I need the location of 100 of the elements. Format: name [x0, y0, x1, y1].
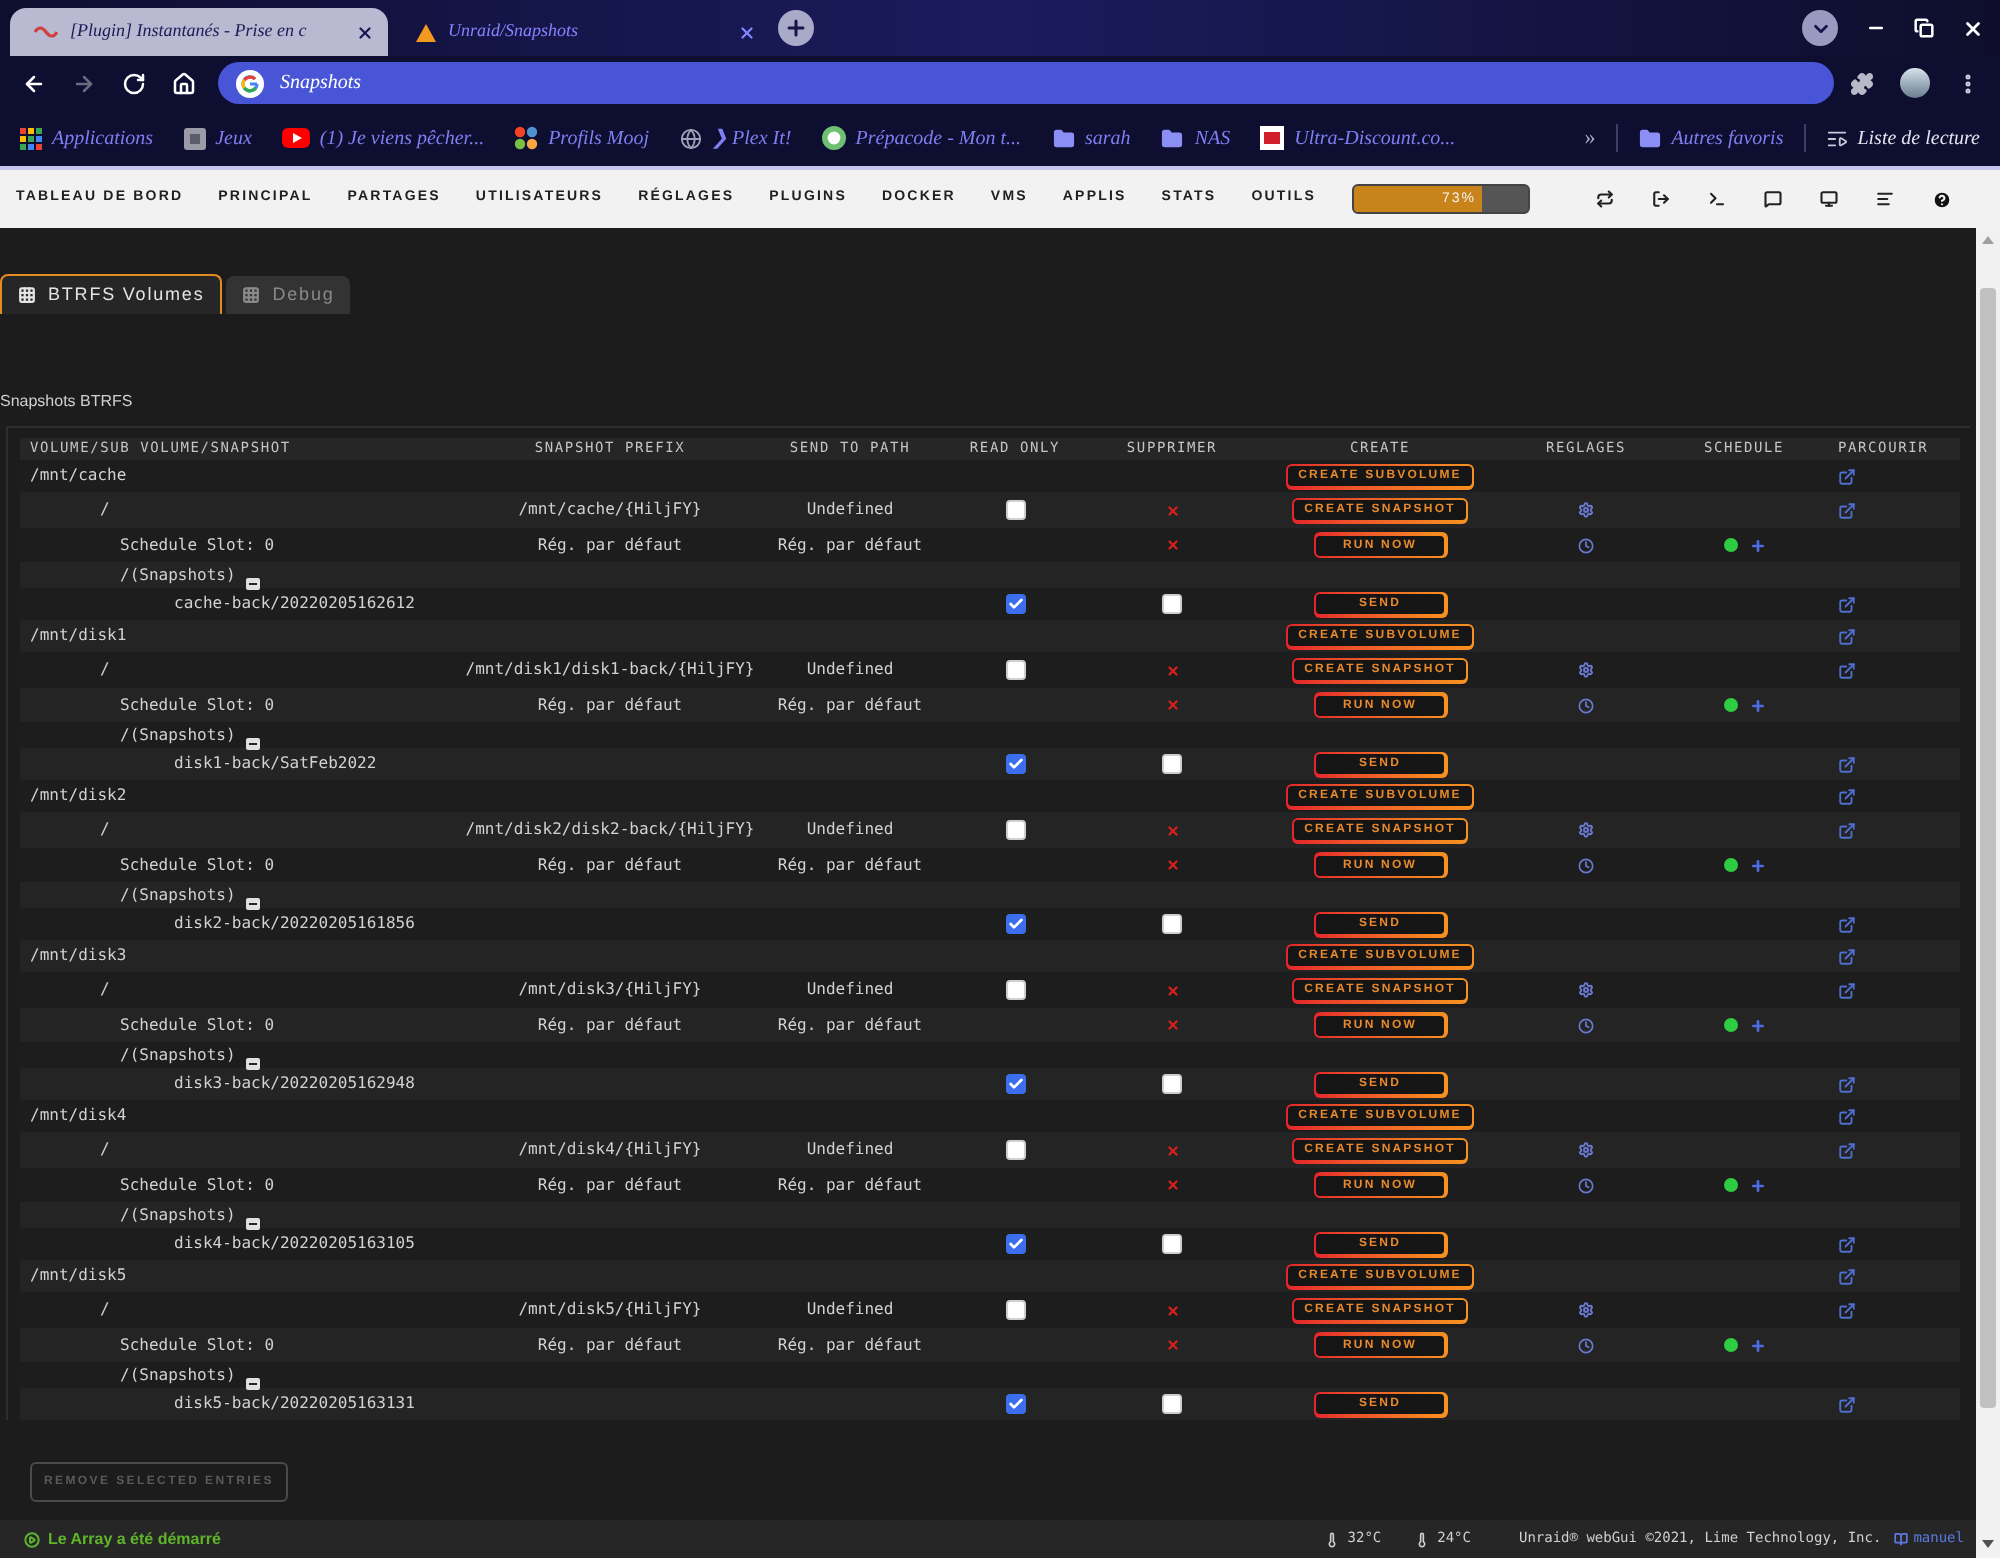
cross-icon[interactable] [1165, 823, 1179, 837]
cross-icon[interactable] [1165, 1178, 1179, 1192]
cross-icon[interactable] [1165, 663, 1179, 677]
list-icon[interactable] [1876, 190, 1894, 208]
checkbox[interactable] [1005, 1394, 1025, 1414]
external-link-icon[interactable] [1838, 661, 1856, 679]
cross-icon[interactable] [1165, 503, 1179, 517]
cross-icon[interactable] [1165, 698, 1179, 712]
bookmark[interactable]: sarah [1051, 123, 1131, 153]
cross-icon[interactable] [1165, 538, 1179, 552]
plus-icon[interactable] [1749, 697, 1765, 713]
tab-search-button[interactable] [1802, 10, 1838, 46]
page-tab[interactable]: Debug [226, 276, 351, 314]
collapse-icon[interactable] [245, 1377, 260, 1389]
cross-icon[interactable] [1165, 1338, 1179, 1352]
external-link-icon[interactable] [1838, 1267, 1856, 1285]
cross-icon[interactable] [1165, 1303, 1179, 1317]
bookmark-folder[interactable]: Autres favoris [1637, 123, 1784, 153]
checkbox[interactable] [1005, 914, 1025, 934]
external-link-icon[interactable] [1838, 595, 1856, 613]
clock-icon[interactable] [1578, 1177, 1594, 1193]
external-link-icon[interactable] [1838, 1235, 1856, 1253]
forward-icon[interactable] [72, 71, 96, 95]
external-link-icon[interactable] [1838, 981, 1856, 999]
avatar-icon[interactable] [1900, 68, 1930, 98]
bookmark[interactable]: ❯ Plex It! [679, 123, 792, 153]
bookmark[interactable]: (1) Je viens pêcher... [281, 123, 485, 153]
clock-icon[interactable] [1578, 857, 1594, 873]
browser-tab[interactable]: Unraid/Snapshots [392, 8, 770, 56]
scroll-down-icon[interactable] [1982, 1540, 1994, 1548]
external-link-icon[interactable] [1838, 947, 1856, 965]
clock-icon[interactable] [1578, 697, 1594, 713]
external-link-icon[interactable] [1838, 755, 1856, 773]
clock-icon[interactable] [1578, 1017, 1594, 1033]
monitor-icon[interactable] [1820, 190, 1838, 208]
plus-icon[interactable] [1749, 1017, 1765, 1033]
cross-icon[interactable] [1165, 1143, 1179, 1157]
close-icon[interactable] [356, 23, 374, 41]
external-link-icon[interactable] [1838, 821, 1856, 839]
bookmark[interactable]: NAS [1160, 123, 1231, 153]
collapse-icon[interactable] [245, 737, 260, 749]
settings-icon[interactable] [1578, 502, 1594, 518]
speech-bubble-icon[interactable] [1764, 190, 1782, 208]
sync-icon[interactable] [1596, 190, 1614, 208]
collapse-icon[interactable] [245, 897, 260, 909]
external-link-icon[interactable] [1838, 627, 1856, 645]
cross-icon[interactable] [1165, 983, 1179, 997]
external-link-icon[interactable] [1838, 501, 1856, 519]
plus-icon[interactable] [1749, 857, 1765, 873]
external-link-icon[interactable] [1838, 915, 1856, 933]
bookmark[interactable]: Ultra-Discount.co... [1260, 123, 1456, 153]
checkbox[interactable] [1005, 1074, 1025, 1094]
collapse-icon[interactable] [245, 1217, 260, 1229]
bookmark[interactable]: Jeux [183, 123, 252, 153]
cross-icon[interactable] [1165, 1018, 1179, 1032]
settings-icon[interactable] [1578, 662, 1594, 678]
checkbox[interactable] [1005, 1234, 1025, 1254]
home-icon[interactable] [172, 71, 196, 95]
external-link-icon[interactable] [1838, 787, 1856, 805]
external-link-icon[interactable] [1838, 1395, 1856, 1413]
external-link-icon[interactable] [1838, 467, 1856, 485]
subvolume-path: / [100, 498, 110, 522]
scroll-up-icon[interactable] [1982, 236, 1994, 244]
settings-icon[interactable] [1578, 982, 1594, 998]
page-tab[interactable]: BTRFS Volumes [0, 274, 223, 314]
plus-icon[interactable] [1749, 1177, 1765, 1193]
external-link-icon[interactable] [1838, 1301, 1856, 1319]
reading-list-button[interactable]: Liste de lecture [1825, 123, 1980, 153]
address-bar[interactable]: Snapshots [218, 62, 1834, 104]
back-icon[interactable] [22, 71, 46, 95]
settings-icon[interactable] [1578, 822, 1594, 838]
settings-icon[interactable] [1578, 1302, 1594, 1318]
checkbox[interactable] [1005, 754, 1025, 774]
external-link-icon[interactable] [1838, 1141, 1856, 1159]
clock-icon[interactable] [1578, 537, 1594, 553]
external-link-icon[interactable] [1838, 1075, 1856, 1093]
logout-icon[interactable] [1652, 190, 1670, 208]
close-icon[interactable] [1962, 17, 1984, 39]
scrollbar[interactable] [1976, 228, 2000, 1558]
checkbox[interactable] [1005, 594, 1025, 614]
plus-icon[interactable] [1749, 537, 1765, 553]
bookmark[interactable]: Profils Mooj [514, 123, 650, 153]
terminal-icon[interactable] [1708, 190, 1726, 208]
settings-icon[interactable] [1578, 1142, 1594, 1158]
clock-icon[interactable] [1578, 1337, 1594, 1353]
restore-icon[interactable] [1914, 18, 1934, 38]
new-tab-button[interactable] [778, 10, 814, 46]
bookmark[interactable]: Applications [20, 123, 154, 153]
plus-icon[interactable] [1749, 1337, 1765, 1353]
scrollbar-thumb[interactable] [1980, 288, 1996, 1408]
bookmark[interactable]: Prépacode - Mon t... [821, 123, 1022, 153]
collapse-icon[interactable] [245, 1057, 260, 1069]
external-link-icon[interactable] [1838, 1107, 1856, 1125]
more-bookmarks-button[interactable]: » [1584, 121, 1596, 155]
extensions-icon[interactable] [1850, 71, 1874, 95]
reload-icon[interactable] [122, 71, 146, 95]
collapse-icon[interactable] [245, 577, 260, 589]
cross-icon[interactable] [1165, 858, 1179, 872]
browser-tab[interactable]: [Plugin] Instantanés - Prise en c [10, 8, 388, 56]
help-icon[interactable] [1932, 189, 1952, 209]
